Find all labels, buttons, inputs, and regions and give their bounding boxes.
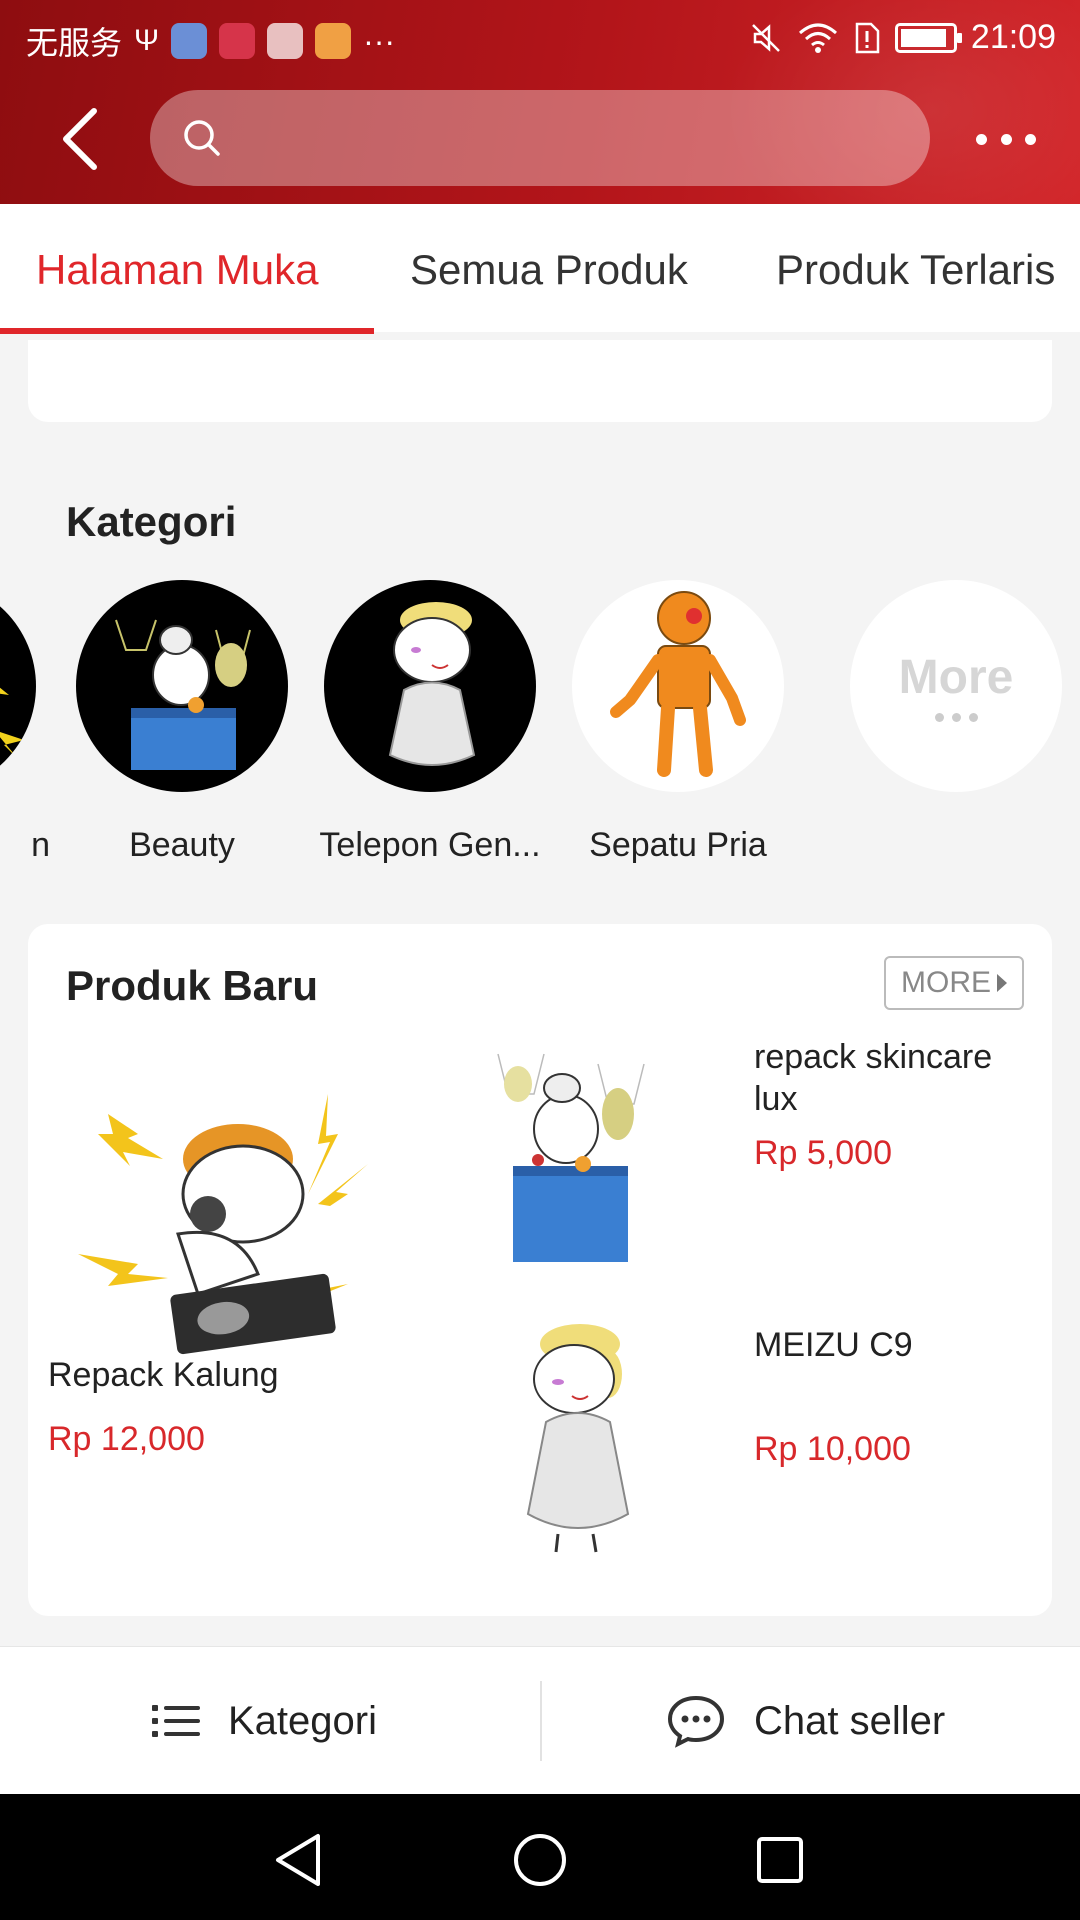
tab-bar: Halaman Muka Semua Produk Produk Terlari… <box>0 204 1080 334</box>
chevron-left-icon <box>63 108 97 170</box>
category-image <box>0 580 36 792</box>
browser-app-icon <box>171 23 208 59</box>
category-image: More <box>850 580 1062 792</box>
product-card[interactable]: MEIZU C9 Rp 10,000 <box>458 1324 1038 1594</box>
more-text: More <box>898 651 1014 704</box>
chat-icon <box>667 1695 725 1748</box>
more-button[interactable]: MORE <box>884 956 1024 1010</box>
usb-icon: Ψ <box>134 24 160 57</box>
list-icon <box>152 1705 200 1737</box>
category-item-beauty[interactable]: Beauty <box>62 580 302 865</box>
dot <box>1000 133 1012 145</box>
category-label: Telepon Gen... <box>319 826 541 864</box>
produk-baru-title: Produk Baru <box>66 962 319 1009</box>
product-image <box>526 1324 630 1553</box>
kategori-button[interactable]: Kategori <box>152 1647 377 1795</box>
kategori-title: Kategori <box>66 498 237 545</box>
produk-baru-card: Produk Baru MORE Repack Kalung Rp 12,000 <box>28 924 1052 1616</box>
product-image <box>497 1053 645 1262</box>
home-circle-icon[interactable] <box>510 1830 570 1890</box>
category-image <box>572 580 784 792</box>
kategori-label: Kategori <box>228 1698 377 1743</box>
banner-card <box>28 340 1052 422</box>
more-options-button[interactable] <box>976 124 1036 154</box>
carrier-text: 无服务 <box>26 25 123 61</box>
category-item-telepon[interactable]: Telepon Gen... <box>310 580 550 865</box>
back-button[interactable] <box>50 104 110 174</box>
product-image <box>78 1094 368 1355</box>
dot <box>976 133 987 145</box>
photo-app-icon <box>315 23 352 59</box>
product-price: Rp 12,000 <box>48 1420 205 1458</box>
status-bar: 无服务 Ψ ··· 21:09 <box>0 0 1080 76</box>
category-image <box>76 580 288 792</box>
sim-alert-icon <box>855 22 880 53</box>
active-tab-indicator <box>0 328 374 334</box>
header: 无服务 Ψ ··· 21:09 <box>0 0 1080 204</box>
category-more-button[interactable]: More <box>836 580 1076 826</box>
clock: 21:09 <box>970 18 1056 56</box>
product-name: MEIZU C9 <box>754 1326 913 1364</box>
search-icon <box>184 120 220 156</box>
tab-halaman-muka[interactable]: Halaman Muka <box>36 246 318 294</box>
product-name: Repack Kalung <box>48 1356 279 1394</box>
more-label: MORE <box>901 966 991 999</box>
category-label: n <box>31 826 50 864</box>
recents-square-icon[interactable] <box>750 1830 810 1890</box>
caret-right-icon <box>997 974 1007 992</box>
chat-seller-button[interactable]: Chat seller <box>666 1647 945 1795</box>
wifi-icon <box>798 23 837 53</box>
tab-produk-terlaris[interactable]: Produk Terlaris <box>776 246 1055 294</box>
product-card-large[interactable]: Repack Kalung Rp 12,000 <box>48 1024 428 1494</box>
kategori-list[interactable]: n Beauty Telepon Gen... Sepatu Pria More <box>0 580 1080 880</box>
search-input[interactable] <box>150 90 930 186</box>
category-item[interactable]: n <box>0 580 50 865</box>
system-nav-bar <box>0 1794 1080 1920</box>
dot <box>1025 133 1036 145</box>
battery-icon <box>894 22 962 53</box>
battery-fill <box>900 28 946 47</box>
chat-seller-label: Chat seller <box>754 1698 946 1743</box>
product-price: Rp 5,000 <box>754 1134 892 1172</box>
product-name: repack skincare lux <box>754 1038 993 1118</box>
more-dots-icon <box>934 713 978 722</box>
product-price: Rp 10,000 <box>754 1430 911 1468</box>
shop-app-icon <box>219 23 256 59</box>
category-label: Sepatu Pria <box>589 826 767 864</box>
category-item-sepatu-pria[interactable]: Sepatu Pria <box>558 580 798 865</box>
divider <box>540 1681 542 1761</box>
fm-app-icon <box>267 23 304 59</box>
bottom-action-bar: Kategori Chat seller <box>0 1646 1080 1794</box>
tab-semua-produk[interactable]: Semua Produk <box>410 246 688 294</box>
mute-icon <box>752 23 780 52</box>
category-label: Beauty <box>129 826 235 864</box>
product-card[interactable]: repack skincare lux Rp 5,000 <box>458 1024 1038 1274</box>
back-triangle-icon[interactable] <box>270 1830 330 1890</box>
notification-overflow-icon: ··· <box>363 22 396 59</box>
category-image <box>324 580 536 792</box>
